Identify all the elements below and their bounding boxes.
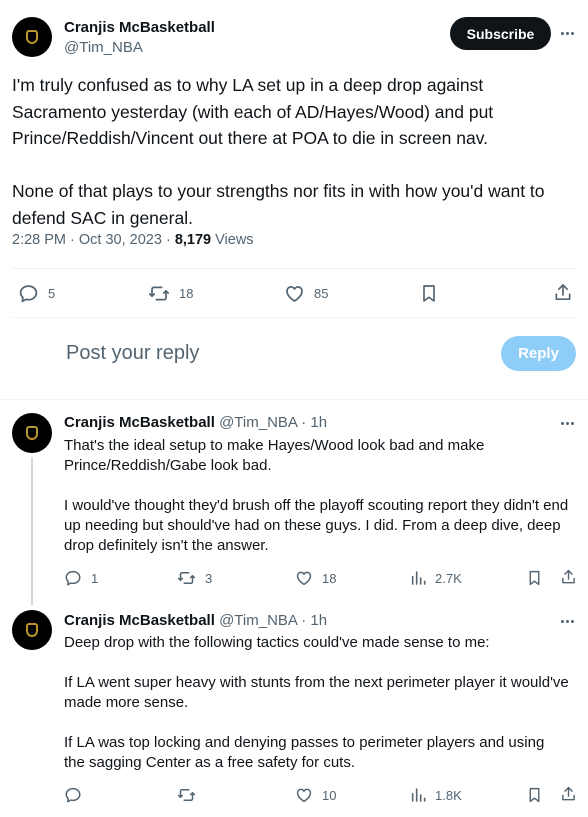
- reply-text: That's the ideal setup to make Hayes/Woo…: [64, 436, 569, 556]
- bookmark-icon: [529, 787, 540, 803]
- repost-icon: [177, 789, 196, 801]
- reply-icon: [19, 285, 38, 303]
- reply-text: Deep drop with the following tactics cou…: [64, 633, 569, 773]
- avatar[interactable]: [12, 413, 52, 453]
- like-count: 85: [314, 286, 329, 301]
- views-button[interactable]: 2.7K: [410, 569, 462, 587]
- like-icon: [296, 788, 312, 803]
- avatar-emblem: [26, 623, 38, 637]
- more-icon[interactable]: [561, 32, 574, 35]
- avatar[interactable]: [12, 610, 52, 650]
- share-icon: [555, 284, 571, 300]
- share-button[interactable]: [560, 785, 577, 803]
- views-button[interactable]: 1.8K: [410, 786, 462, 804]
- avatar[interactable]: [12, 17, 52, 57]
- reply-paragraph: Deep drop with the following tactics cou…: [64, 634, 490, 651]
- like-count: 10: [322, 787, 337, 803]
- share-button[interactable]: [553, 282, 573, 303]
- bookmark-button[interactable]: [526, 786, 543, 804]
- reply-count: 1: [91, 570, 99, 586]
- reply-paragraph: If LA was top locking and denying passes…: [64, 734, 545, 771]
- repost-count: 18: [179, 286, 194, 301]
- reply-paragraph: That's the ideal setup to make Hayes/Woo…: [64, 437, 485, 474]
- subscribe-button[interactable]: Subscribe: [450, 17, 551, 50]
- more-icon[interactable]: [561, 620, 574, 623]
- avatar-emblem: [26, 426, 38, 440]
- author-name[interactable]: Cranjis McBasketball: [64, 414, 215, 431]
- share-icon: [562, 569, 575, 584]
- bookmark-icon: [529, 570, 540, 586]
- share-button[interactable]: [560, 568, 577, 586]
- reply-icon: [65, 787, 81, 803]
- tweet-meta: 2:28 PM · Oct 30, 2023 · 8,179 Views: [12, 232, 254, 248]
- reply-button[interactable]: [64, 786, 91, 804]
- bookmark-button[interactable]: [419, 283, 439, 304]
- views-count: 1.8K: [435, 787, 462, 803]
- views-count: 2.7K: [435, 570, 462, 586]
- author-meta: @Tim_NBA · 1h: [214, 414, 328, 431]
- tweet-text: I'm truly confused as to why LA set up i…: [12, 72, 572, 231]
- views-label: Views: [211, 232, 254, 248]
- like-icon: [286, 286, 303, 302]
- tweet-timestamp[interactable]: 2:28 PM · Oct 30, 2023 ·: [12, 232, 175, 248]
- repost-button[interactable]: [177, 786, 205, 804]
- views-count: 8,179: [174, 232, 212, 248]
- reply-header: Cranjis McBasketball @Tim_NBA · 1h: [64, 612, 327, 629]
- reply-paragraph: I would've thought they'd brush off the …: [64, 497, 569, 554]
- like-button[interactable]: 85: [284, 283, 328, 304]
- tweet-paragraph: I'm truly confused as to why LA set up i…: [12, 75, 494, 148]
- tweet-paragraph: None of that plays to your strengths nor…: [12, 181, 545, 228]
- bookmark-button[interactable]: [526, 569, 543, 587]
- more-icon[interactable]: [561, 422, 574, 425]
- share-icon: [562, 786, 575, 801]
- divider: [0, 399, 588, 400]
- reply-submit-button[interactable]: Reply: [501, 336, 576, 371]
- like-button[interactable]: 18: [295, 569, 336, 587]
- author-name[interactable]: Cranjis McBasketball: [64, 19, 215, 36]
- bookmark-icon: [423, 285, 435, 302]
- reply-paragraph: If LA went super heavy with stunts from …: [64, 674, 569, 711]
- repost-button[interactable]: 18: [148, 283, 193, 304]
- like-icon: [296, 571, 312, 586]
- author-name[interactable]: Cranjis McBasketball: [64, 612, 215, 629]
- views-icon: [411, 571, 426, 585]
- author-handle[interactable]: @Tim_NBA: [64, 39, 143, 56]
- reply-button[interactable]: 1: [64, 569, 98, 587]
- repost-button[interactable]: 3: [177, 569, 212, 587]
- divider: [12, 268, 576, 269]
- like-button[interactable]: 10: [295, 786, 336, 804]
- repost-icon: [148, 286, 170, 301]
- divider: [12, 317, 576, 318]
- reply-input[interactable]: Post your reply: [66, 342, 199, 365]
- repost-count: 3: [205, 570, 213, 586]
- author-meta: @Tim_NBA · 1h: [214, 612, 328, 629]
- reply-button[interactable]: 5: [18, 283, 55, 304]
- thread-line: [31, 457, 33, 605]
- views-icon: [411, 788, 426, 802]
- reply-count: 5: [48, 286, 56, 301]
- like-count: 18: [322, 570, 337, 586]
- repost-icon: [177, 572, 196, 584]
- avatar-emblem: [26, 30, 38, 44]
- reply-icon: [65, 570, 81, 586]
- reply-header: Cranjis McBasketball @Tim_NBA · 1h: [64, 414, 327, 431]
